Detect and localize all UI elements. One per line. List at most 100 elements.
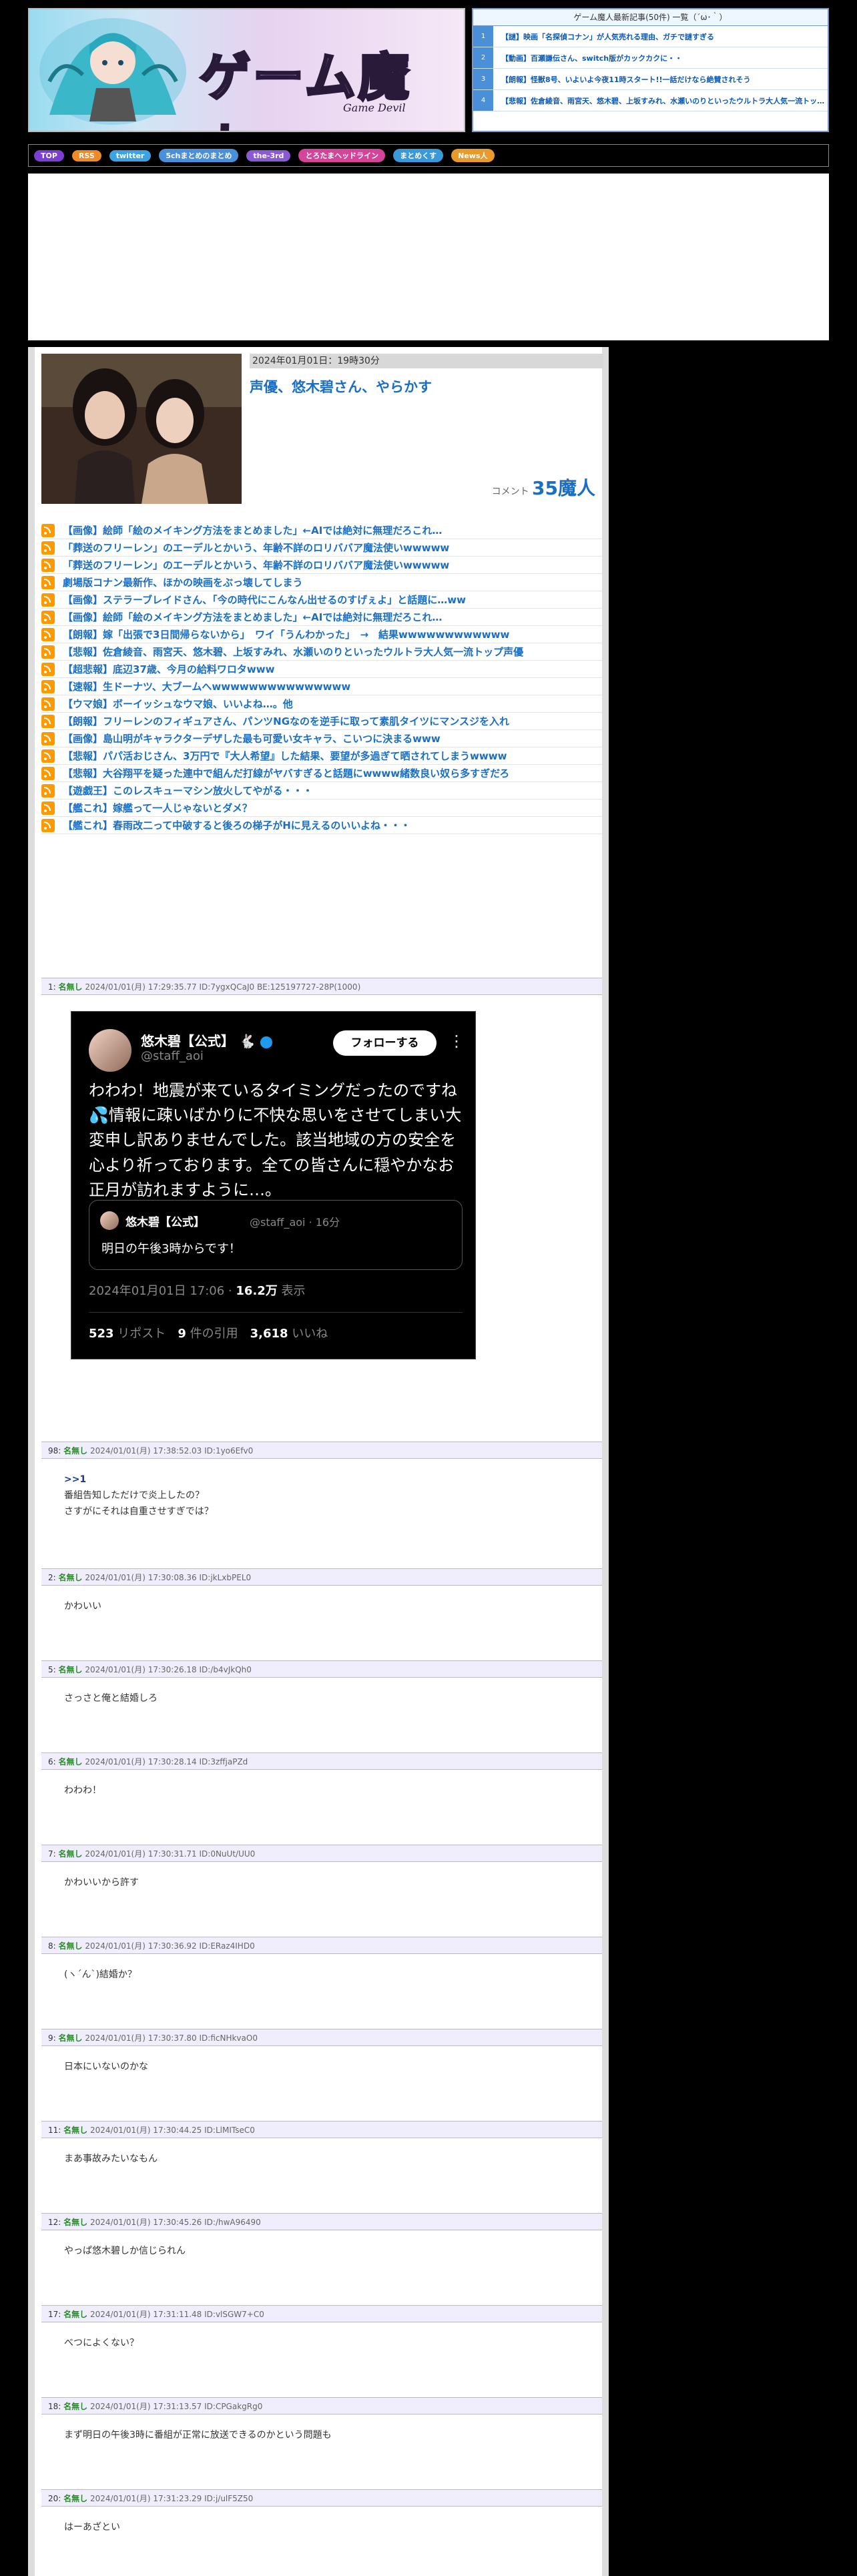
nav-link[interactable]: twitter <box>109 149 152 162</box>
related-article-item[interactable]: 「葬送のフリーレン」のエーデルとかいう、年齢不詳のロリババア魔法使いwwwww <box>41 539 602 557</box>
related-article-item[interactable]: 【悲報】佐倉綾音、雨宮天、悠木碧、上坂すみれ、水瀬いのりといったウルトラ大人気一… <box>41 643 602 661</box>
post-author[interactable]: 名無し <box>63 2218 87 2227</box>
embedded-tweet[interactable]: 悠木碧【公式】 🐇 @staff_aoi フォローする ⋮ わわわ！地震が来てい… <box>71 1011 476 1359</box>
news-item[interactable]: 1 【謎】映画「名探偵コナン」が人気売れる理由、ガチで謎すぎる <box>473 26 828 47</box>
post-text-line: べつによくない？ <box>64 2338 139 2348</box>
related-article-link[interactable]: 【遊戯王】このレスキューマシン放火してやがる・・・ <box>63 783 313 797</box>
related-article-link[interactable]: 【画像】ステラーブレイドさん、「今の時代にこんなん出せるのすげぇよ」と話題に…w… <box>63 593 466 607</box>
news-item-link[interactable]: 【動画】百瀬謙伝さん、switch版がカックカクに・・ <box>493 53 682 63</box>
related-article-link[interactable]: 【朗報】嫁「出張で3日間帰らないから」 ワイ「うんわかった」 → 結果wwwww… <box>63 627 509 641</box>
post-author[interactable]: 名無し <box>63 2126 87 2135</box>
related-article-link[interactable]: 【艦これ】嫁艦って一人じゃないとダメ？ <box>63 801 252 815</box>
nav-link[interactable]: とろたまヘッドライン <box>298 149 386 162</box>
news-item-link[interactable]: 【朗報】怪獣8号、いよいよ今夜11時スタート!!一話だけなら絶賛されそう <box>493 74 751 85</box>
tweet-avatar[interactable] <box>89 1029 131 1072</box>
related-article-link[interactable]: 【悲報】大谷翔平を疑った連中で組んだ打線がヤバすぎると話題にwwww緒数良い奴ら… <box>63 766 509 780</box>
related-article-item[interactable]: 【画像】ステラーブレイドさん、「今の時代にこんなん出せるのすげぇよ」と話題に…w… <box>41 591 602 609</box>
related-article-link[interactable]: 【艦これ】春雨改二って中破すると後ろの梯子がHに見えるのいいよね・・・ <box>63 818 410 832</box>
news-item-link[interactable]: 【謎】映画「名探偵コナン」が人気売れる理由、ガチで謎すぎる <box>493 31 714 42</box>
post-text-line: さっさと俺と結婚しろ <box>64 1693 158 1704</box>
related-article-link[interactable]: 【超悲報】底辺37歳、今月の給料ワロタwww <box>63 662 274 676</box>
nav-link[interactable]: News人 <box>451 149 495 162</box>
nav-link[interactable]: TOP <box>34 149 64 162</box>
related-article-link[interactable]: 【ウマ娘】ボーイッシュなウマ娘、いいよね…。他 <box>63 697 293 711</box>
related-article-link[interactable]: 劇場版コナン最新作、ほかの映画をぶっ壊してしまう <box>63 575 303 589</box>
follow-button[interactable]: フォローする <box>333 1030 437 1056</box>
post-header: 20: 名無し 2024/01/01(月) 17:31:23.29 ID:j/u… <box>41 2489 602 2507</box>
related-article-item[interactable]: 【朗報】嫁「出張で3日間帰らないから」 ワイ「うんわかった」 → 結果wwwww… <box>41 626 602 643</box>
post-author[interactable]: 名無し <box>59 1849 83 1859</box>
post-author[interactable]: 名無し <box>63 1446 87 1456</box>
like-count[interactable]: 3,618 <box>250 1327 288 1341</box>
quoted-tweet-avatar <box>100 1211 119 1230</box>
post-text-line: わわわ！ <box>64 1785 101 1796</box>
related-article-item[interactable]: 【超悲報】底辺37歳、今月の給料ワロタwww <box>41 661 602 678</box>
post-author[interactable]: 名無し <box>63 2402 87 2411</box>
post-author[interactable]: 名無し <box>59 1757 83 1766</box>
related-article-link[interactable]: 「葬送のフリーレン」のエーデルとかいう、年齢不詳のロリババア魔法使いwwwww <box>63 541 449 555</box>
post-number: 98: <box>48 1446 61 1456</box>
post-author[interactable]: 名無し <box>59 982 83 992</box>
comment-count[interactable]: コメント 35魔人 <box>492 474 595 501</box>
news-item-link[interactable]: 【悲報】佐倉綾音、雨宮天、悠木碧、上坂すみれ、水瀬いのりといったウルトラ大人気一… <box>493 95 828 106</box>
post-body: べつによくない？ <box>64 2336 139 2352</box>
post-body: >>1 番組告知しただけで炎上したの？ さすがにそれは自重させすぎでは？ <box>64 1472 214 1520</box>
related-article-item[interactable]: 「葬送のフリーレン」のエーデルとかいう、年齢不詳のロリババア魔法使いwwwww <box>41 557 602 574</box>
related-article-item[interactable]: 【ウマ娘】ボーイッシュなウマ娘、いいよね…。他 <box>41 695 602 713</box>
site-header: ゲーム魔人 Game Devil ゲーム魔人最新記事(50件) 一覧（´ω･｀）… <box>28 8 829 135</box>
related-article-link[interactable]: 「葬送のフリーレン」のエーデルとかいう、年齢不詳のロリババア魔法使いwwwww <box>63 558 449 572</box>
rss-icon <box>41 541 55 555</box>
post-anchor-link[interactable]: >>1 <box>64 1472 214 1488</box>
post-author[interactable]: 名無し <box>59 1941 83 1951</box>
tweet-time-text: 2024年01月01日 17:06 · <box>89 1284 236 1298</box>
related-article-item[interactable]: 【悲報】大谷翔平を疑った連中で組んだ打線がヤバすぎると話題にwwww緒数良い奴ら… <box>41 765 602 782</box>
nav-link[interactable]: RSS <box>71 149 101 162</box>
related-article-item[interactable]: 【悲報】パパ活おじさん、3万円で『大人希望』した結果、要望が多過ぎて晒されてしま… <box>41 747 602 765</box>
quote-count[interactable]: 9 <box>178 1327 186 1341</box>
repost-count[interactable]: 523 <box>89 1327 114 1341</box>
related-article-item[interactable]: 【画像】絵師「絵のメイキング方法をまとめました」←AIでは絶対に無理だろこれ… <box>41 522 602 539</box>
related-article-link[interactable]: 【画像】島山明がキャラクターデザした最も可愛い女キャラ、こいつに決まるwww <box>63 731 441 745</box>
post-number: 5: <box>48 1665 56 1674</box>
rss-icon <box>41 818 55 832</box>
site-logo[interactable]: ゲーム魔人 Game Devil <box>28 8 465 132</box>
post-author[interactable]: 名無し <box>63 2494 87 2503</box>
post-author[interactable]: 名無し <box>59 1665 83 1674</box>
post-author[interactable]: 名無し <box>59 1573 83 1582</box>
related-article-link[interactable]: 【画像】絵師「絵のメイキング方法をまとめました」←AIでは絶対に無理だろこれ… <box>63 523 442 537</box>
related-article-item[interactable]: 【画像】島山明がキャラクターデザした最も可愛い女キャラ、こいつに決まるwww <box>41 730 602 747</box>
post-author[interactable]: 名無し <box>59 2033 83 2043</box>
nav-link[interactable]: 5chまとめのまとめ <box>159 149 239 162</box>
related-article-link[interactable]: 【悲報】パパ活おじさん、3万円で『大人希望』した結果、要望が多過ぎて晒されてしま… <box>63 749 507 763</box>
related-article-link[interactable]: 【画像】絵師「絵のメイキング方法をまとめました」←AIでは絶対に無理だろこれ… <box>63 610 442 624</box>
tweet-views-label: 表示 <box>277 1284 306 1298</box>
article-title[interactable]: 声優、悠木碧さん、やらかす <box>250 376 432 396</box>
post-body: はーあざとい <box>64 2520 120 2536</box>
news-item[interactable]: 2 【動画】百瀬謙伝さん、switch版がカックカクに・・ <box>473 47 828 69</box>
related-article-item[interactable]: 【速報】生ドーナツ、大ブームへwwwwwwwwwwwwwww <box>41 678 602 695</box>
related-article-item[interactable]: 【艦これ】嫁艦って一人じゃないとダメ？ <box>41 799 602 817</box>
nav-link[interactable]: the-3rd <box>246 149 291 162</box>
tweet-author-name[interactable]: 悠木碧【公式】 🐇 <box>141 1030 272 1050</box>
nav-link[interactable]: まとめくす <box>393 149 444 162</box>
related-article-item[interactable]: 【艦これ】春雨改二って中破すると後ろの梯子がHに見えるのいいよね・・・ <box>41 817 602 834</box>
post-body: やっぱ悠木碧しか信じられん <box>64 2244 186 2260</box>
related-article-link[interactable]: 【悲報】佐倉綾音、雨宮天、悠木碧、上坂すみれ、水瀬いのりといったウルトラ大人気一… <box>63 645 523 659</box>
related-article-item[interactable]: 劇場版コナン最新作、ほかの映画をぶっ壊してしまう <box>41 574 602 591</box>
quoted-tweet[interactable]: 悠木碧【公式】 @staff_aoi · 16分 明日の午後3時からです！ <box>89 1200 463 1270</box>
tweet-author-name-text: 悠木碧【公式】 <box>141 1033 234 1049</box>
related-article-item[interactable]: 【遊戯王】このレスキューマシン放火してやがる・・・ <box>41 782 602 799</box>
comment-count-value: 35魔人 <box>532 477 595 499</box>
rss-icon <box>41 783 55 797</box>
related-article-link[interactable]: 【朗報】フリーレンのフィギュアさん、パンツNGなのを逆手に取って素肌タイツにマン… <box>63 714 509 728</box>
more-options-icon[interactable]: ⋮ <box>449 1032 465 1050</box>
news-item[interactable]: 4 【悲報】佐倉綾音、雨宮天、悠木碧、上坂すみれ、水瀬いのりといったウルトラ大人気… <box>473 90 828 111</box>
related-article-link[interactable]: 【速報】生ドーナツ、大ブームへwwwwwwwwwwwwwww <box>63 679 350 693</box>
article-thumbnail[interactable] <box>41 354 242 504</box>
post-author[interactable]: 名無し <box>63 2310 87 2319</box>
news-item[interactable]: 3 【朗報】怪獣8号、いよいよ今夜11時スタート!!一話だけなら絶賛されそう <box>473 69 828 90</box>
quote-label: 件の引用 <box>186 1327 250 1341</box>
related-article-item[interactable]: 【朗報】フリーレンのフィギュアさん、パンツNGなのを逆手に取って素肌タイツにマン… <box>41 713 602 730</box>
quoted-tweet-text: 明日の午後3時からです！ <box>101 1242 241 1256</box>
related-article-item[interactable]: 【画像】絵師「絵のメイキング方法をまとめました」←AIでは絶対に無理だろこれ… <box>41 609 602 626</box>
